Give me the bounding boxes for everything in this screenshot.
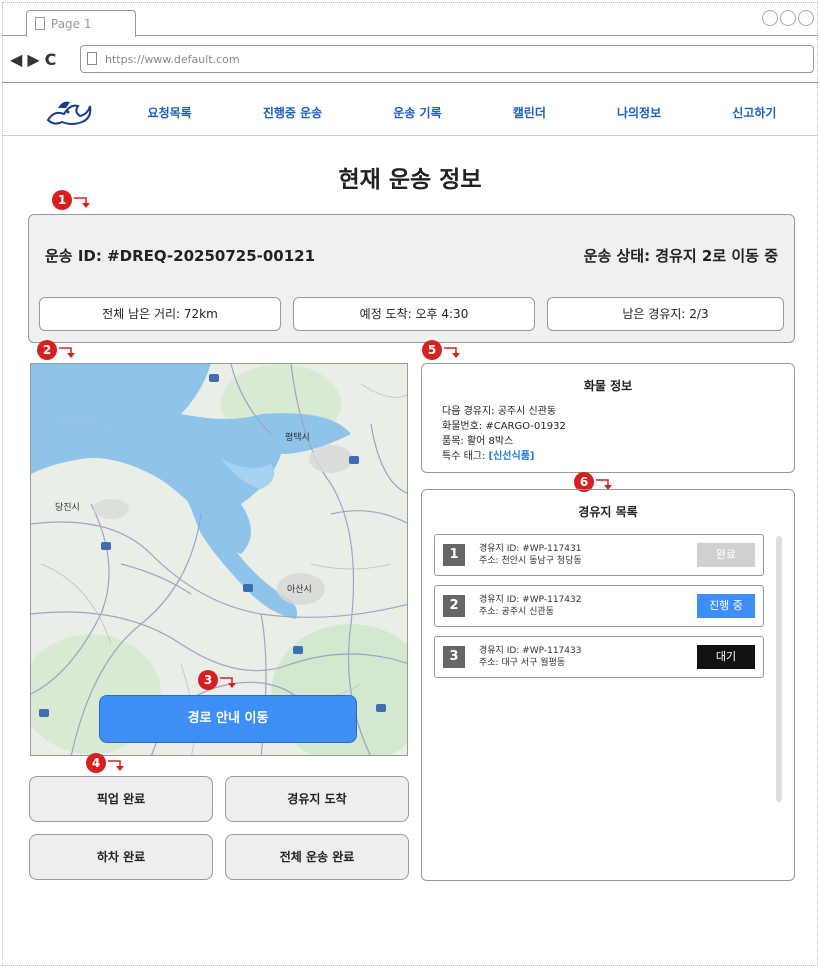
back-arrow-icon[interactable]: ◀ — [10, 50, 23, 69]
marker-arrow-icon — [108, 760, 124, 771]
logo-icon[interactable] — [44, 96, 94, 128]
annotation-marker: 4 — [86, 753, 106, 773]
nav-item-calendar[interactable]: 캘린더 — [513, 104, 546, 121]
browser-tab[interactable]: Page 1 — [26, 10, 136, 37]
route-guidance-button[interactable]: 경로 안내 이동 — [99, 695, 357, 743]
cargo-item: 품목: 활어 8박스 — [442, 436, 514, 447]
eta-box: 예정 도착: 오후 4:30 — [293, 297, 535, 331]
cargo-info-title: 화물 정보 — [583, 379, 633, 393]
url-text: https://www.default.com — [105, 53, 240, 66]
waypoint-number: 2 — [443, 595, 465, 617]
waypoint-address: 주소: 천안시 동남구 청당동 — [479, 556, 582, 566]
window-circle-icon[interactable] — [780, 10, 796, 26]
page-icon — [87, 52, 97, 65]
waypoint-list-scrollbar[interactable] — [776, 536, 782, 802]
map-label-asan: 아산시 — [287, 585, 312, 595]
window-circle-icon[interactable] — [798, 10, 814, 26]
waypoint-id: 경유지 ID: #WP-117433 — [479, 646, 582, 656]
window-circle-icon[interactable] — [762, 10, 778, 26]
waypoint-list-title: 경유지 목록 — [578, 505, 638, 519]
cargo-next-stop: 다음 경유지: 공주시 신관동 — [442, 406, 557, 417]
marker-arrow-icon — [220, 677, 236, 688]
waypoint-card[interactable]: 1 경유지 ID: #WP-117431 주소: 천안시 동남구 청당동 완료 — [434, 534, 764, 576]
remaining-distance-box: 전체 남은 거리: 72km — [39, 297, 281, 331]
waypoint-number: 3 — [443, 646, 465, 668]
waypoint-info: 경유지 ID: #WP-117431 주소: 천안시 동남구 청당동 — [479, 543, 582, 567]
nav-item-my-info[interactable]: 나의정보 — [617, 104, 661, 121]
cargo-info-panel: 화물 정보 다음 경유지: 공주시 신관동 화물번호: #CARGO-01932… — [421, 363, 795, 473]
nav-item-in-progress[interactable]: 진행중 운송 — [263, 104, 322, 121]
tab-title: Page 1 — [51, 17, 92, 31]
map-label-dangjin: 당진시 — [55, 503, 80, 513]
waypoint-card[interactable]: 2 경유지 ID: #WP-117432 주소: 공주시 신관동 진행 중 — [434, 585, 764, 627]
cargo-special-tag[interactable]: [신선식품] — [489, 451, 535, 462]
waypoint-number: 1 — [443, 544, 465, 566]
waypoint-info: 경유지 ID: #WP-117432 주소: 공주시 신관동 — [479, 594, 581, 618]
waypoint-status-badge[interactable]: 완료 — [697, 543, 755, 567]
waypoint-id: 경유지 ID: #WP-117431 — [479, 544, 582, 554]
waypoint-list-panel: 경유지 목록 1 경유지 ID: #WP-117431 주소: 천안시 동남구 … — [421, 489, 795, 881]
cargo-special-tag-label: 특수 태그: — [442, 451, 489, 462]
marker-arrow-icon — [74, 197, 90, 208]
waypoint-info: 경유지 ID: #WP-117433 주소: 대구 서구 월평동 — [479, 645, 581, 669]
window-controls — [762, 10, 814, 26]
browser-address-bar: ◀ ▶ C https://www.default.com — [2, 37, 818, 83]
marker-arrow-icon — [444, 347, 460, 358]
browser-nav-buttons: ◀ ▶ C — [10, 50, 57, 69]
cargo-info-details: 다음 경유지: 공주시 신관동 화물번호: #CARGO-01932 품목: 활… — [442, 404, 566, 464]
shipment-id: 운송 ID: #DREQ-20250725-00121 — [45, 247, 316, 265]
waypoint-address: 주소: 공주시 신관동 — [479, 607, 554, 617]
cargo-special-tag-row: 특수 태그: [신선식품] — [442, 449, 566, 464]
remaining-stops-box: 남은 경유지: 2/3 — [547, 297, 784, 331]
waypoint-arrival-button[interactable]: 경유지 도착 — [225, 776, 409, 822]
waypoint-status-badge[interactable]: 대기 — [697, 645, 755, 669]
dropoff-complete-button[interactable]: 하차 완료 — [29, 834, 213, 880]
annotation-marker: 2 — [37, 340, 57, 360]
page-icon — [35, 17, 45, 30]
cargo-number: 화물번호: #CARGO-01932 — [442, 421, 566, 432]
browser-tab-bar: Page 1 — [2, 4, 818, 37]
nav-links: 요청목록 진행중 운송 운송 기록 캘린더 나의정보 신고하기 — [112, 88, 812, 136]
route-map[interactable]: 평택시 당진시 아산시 경로 안내 이동 — [30, 363, 408, 756]
annotation-marker: 1 — [52, 190, 72, 210]
pickup-complete-button[interactable]: 픽업 완료 — [29, 776, 213, 822]
nav-item-requests[interactable]: 요청목록 — [148, 104, 192, 121]
nav-item-history[interactable]: 운송 기록 — [393, 104, 441, 121]
shipment-status-panel: 운송 ID: #DREQ-20250725-00121 운송 상태: 경유지 2… — [28, 214, 795, 343]
shipment-status: 운송 상태: 경유지 2로 이동 중 — [583, 247, 778, 265]
waypoint-status-badge[interactable]: 진행 중 — [697, 594, 755, 618]
annotation-marker: 5 — [422, 340, 442, 360]
waypoint-id: 경유지 ID: #WP-117432 — [479, 595, 582, 605]
map-label-pyeongtaek: 평택시 — [285, 433, 310, 443]
all-delivery-complete-button[interactable]: 전체 운송 완료 — [225, 834, 409, 880]
url-input[interactable]: https://www.default.com — [80, 45, 814, 73]
site-navigation: 요청목록 진행중 운송 운송 기록 캘린더 나의정보 신고하기 — [2, 88, 818, 136]
nav-item-report[interactable]: 신고하기 — [732, 104, 776, 121]
waypoint-address: 주소: 대구 서구 월평동 — [479, 658, 566, 668]
waypoint-card[interactable]: 3 경유지 ID: #WP-117433 주소: 대구 서구 월평동 대기 — [434, 636, 764, 678]
marker-arrow-icon — [59, 347, 75, 358]
reload-icon[interactable]: C — [45, 50, 58, 69]
annotation-marker: 3 — [198, 670, 218, 690]
page-title: 현재 운송 정보 — [338, 167, 482, 193]
forward-arrow-icon[interactable]: ▶ — [27, 50, 40, 69]
